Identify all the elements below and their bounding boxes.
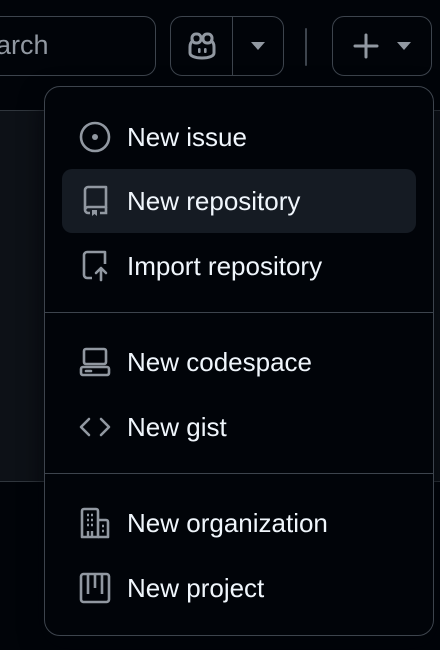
- search-placeholder: earch: [0, 30, 49, 60]
- search-input[interactable]: earch: [0, 16, 156, 76]
- page: earch: [0, 0, 440, 650]
- triangle-down-icon: [397, 42, 411, 50]
- menu-item-label: New gist: [127, 411, 227, 442]
- create-new-dropdown-menu: New issue New repository Import reposito…: [44, 86, 434, 636]
- menu-item-new-codespace[interactable]: New codespace: [62, 330, 416, 394]
- menu-item-label: New repository: [127, 185, 301, 216]
- menu-divider: [45, 312, 433, 313]
- create-new-button[interactable]: [332, 16, 432, 76]
- menu-item-new-repository[interactable]: New repository: [62, 169, 416, 233]
- menu-item-label: New project: [127, 572, 265, 603]
- menu-item-import-repository[interactable]: Import repository: [62, 234, 416, 298]
- copilot-icon: [187, 32, 217, 60]
- plus-icon: [353, 33, 379, 59]
- menu-item-new-organization[interactable]: New organization: [62, 491, 416, 555]
- codespaces-icon: [78, 345, 112, 379]
- repo-push-icon: [78, 249, 112, 283]
- menu-divider: [45, 473, 433, 474]
- menu-item-new-project[interactable]: New project: [62, 556, 416, 620]
- repo-icon: [78, 184, 112, 218]
- organization-icon: [78, 506, 112, 540]
- menu-item-label: New codespace: [127, 346, 312, 377]
- menu-item-label: New organization: [127, 507, 328, 538]
- copilot-menu-button[interactable]: [233, 17, 283, 75]
- menu-item-label: Import repository: [127, 250, 323, 281]
- header-divider: [305, 28, 307, 66]
- copilot-button-group: [170, 16, 284, 76]
- copilot-button[interactable]: [171, 17, 233, 75]
- issue-opened-icon: [78, 120, 112, 154]
- menu-item-new-issue[interactable]: New issue: [62, 105, 416, 169]
- triangle-down-icon: [251, 42, 265, 50]
- code-icon: [78, 410, 112, 444]
- menu-item-label: New issue: [127, 121, 247, 152]
- menu-item-new-gist[interactable]: New gist: [62, 395, 416, 459]
- table-icon: [78, 571, 112, 605]
